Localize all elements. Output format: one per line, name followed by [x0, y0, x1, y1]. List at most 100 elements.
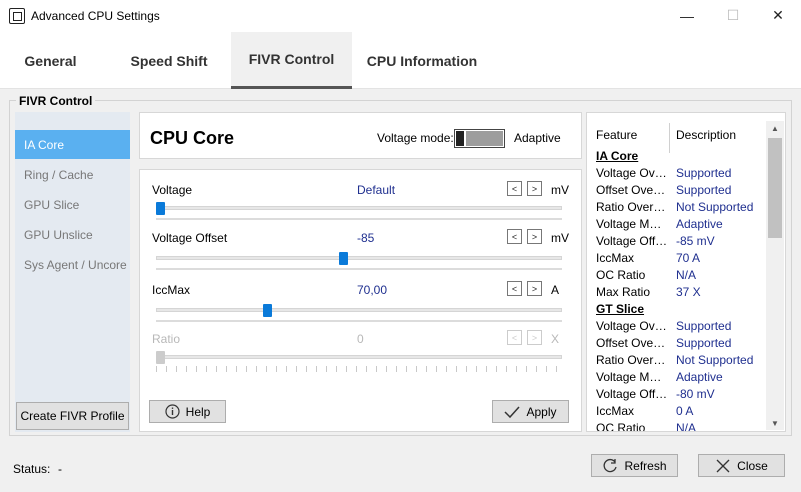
- feature-name: Offset Override: [596, 183, 668, 197]
- feature-name: Max Ratio: [596, 285, 651, 299]
- close-button[interactable]: Close: [698, 454, 785, 477]
- slider-track: [156, 308, 562, 312]
- increment-button[interactable]: >: [527, 229, 542, 244]
- sidebar-item-gpu-slice[interactable]: GPU Slice: [15, 190, 130, 219]
- slider-ticks: [156, 320, 562, 322]
- title-bar: Advanced CPU Settings — ☐ ✕: [0, 0, 801, 32]
- tab-bar: General Speed Shift FIVR Control CPU Inf…: [0, 32, 801, 89]
- tab-general[interactable]: General: [0, 32, 101, 89]
- feature-row: Voltage Over... Supported: [596, 319, 766, 336]
- slider-ticks: [156, 366, 562, 372]
- apply-button[interactable]: Apply: [492, 400, 569, 423]
- voltage-mode-label: Voltage mode:: [377, 131, 454, 145]
- minimize-button[interactable]: —: [664, 0, 710, 31]
- feature-description: Adaptive: [676, 217, 723, 231]
- increment-button[interactable]: >: [527, 181, 542, 196]
- slider-thumb[interactable]: [156, 202, 165, 215]
- decrement-button[interactable]: <: [507, 181, 522, 196]
- feature-row: OC Ratio N/A: [596, 421, 766, 432]
- feature-name: IccMax: [596, 251, 635, 265]
- refresh-button[interactable]: Refresh: [591, 454, 678, 477]
- slider-track: [156, 206, 562, 210]
- slider-thumb: [156, 351, 165, 364]
- feature-name: Ratio Override: [596, 200, 668, 214]
- feature-scrollbar[interactable]: ▲ ▼: [766, 121, 784, 430]
- feature-row: Voltage Mode Adaptive: [596, 217, 766, 234]
- close-label: Close: [737, 458, 768, 473]
- feature-row: Voltage Mode Adaptive: [596, 370, 766, 387]
- sidebar-item-ring-cache[interactable]: Ring / Cache: [15, 160, 130, 189]
- feature-row: Max Ratio 37 X: [596, 285, 766, 302]
- tab-speed-shift[interactable]: Speed Shift: [101, 32, 237, 89]
- scroll-down-icon[interactable]: ▼: [766, 416, 784, 430]
- refresh-icon: [604, 458, 618, 472]
- sidebar-item-sys-agent[interactable]: Sys Agent / Uncore: [15, 250, 130, 279]
- parameters-panel: Voltage Default < > mV Voltage Offset -8…: [139, 169, 582, 432]
- feature-description: Supported: [676, 166, 732, 180]
- info-icon: [165, 404, 180, 419]
- decrement-button[interactable]: <: [507, 281, 522, 296]
- param-unit: mV: [551, 231, 569, 245]
- feature-description: N/A: [676, 421, 697, 432]
- toggle-knob: [456, 131, 464, 146]
- help-label: Help: [185, 404, 211, 419]
- cpu-app-icon: [9, 8, 25, 24]
- feature-description: 0 A: [676, 404, 694, 418]
- increment-button[interactable]: >: [527, 281, 542, 296]
- section-title-ia-core: IA Core: [596, 149, 639, 163]
- status-label: Status:: [13, 462, 51, 476]
- voltage-mode-value: Adaptive: [514, 131, 561, 145]
- sidebar-item-gpu-unslice[interactable]: GPU Unslice: [15, 220, 130, 249]
- feature-description: N/A: [676, 268, 697, 282]
- feature-name: Voltage Over...: [596, 166, 668, 180]
- create-fivr-profile-button[interactable]: Create FIVR Profile: [16, 402, 129, 430]
- status-value: -: [58, 462, 62, 476]
- feature-name: Voltage Offset: [596, 234, 668, 248]
- decrement-button: <: [507, 330, 522, 345]
- slider-thumb[interactable]: [263, 304, 273, 317]
- param-value: Default: [357, 183, 396, 197]
- feature-name: Voltage Offset: [596, 387, 668, 401]
- feature-description: Not Supported: [676, 353, 754, 367]
- feature-row: Ratio Override Not Supported: [596, 200, 766, 217]
- scroll-up-icon[interactable]: ▲: [766, 121, 784, 135]
- domain-sidebar: IA Core Ring / Cache GPU Slice GPU Unsli…: [15, 112, 130, 432]
- param-value: 70,00: [357, 283, 388, 297]
- param-label: Voltage Offset: [152, 231, 228, 245]
- page-title: CPU Core: [150, 128, 235, 148]
- voltage-mode-toggle[interactable]: [454, 129, 505, 148]
- maximize-button[interactable]: ☐: [710, 0, 756, 31]
- feature-row: IccMax 70 A: [596, 251, 766, 268]
- feature-description: Supported: [676, 319, 732, 333]
- close-window-button[interactable]: ✕: [755, 0, 801, 31]
- tab-cpu-information[interactable]: CPU Information: [352, 32, 492, 89]
- close-x-icon: [716, 459, 730, 472]
- checkmark-icon: [504, 405, 521, 418]
- toggle-track: [466, 131, 503, 146]
- param-unit: mV: [551, 183, 569, 197]
- slider-thumb[interactable]: [338, 252, 348, 265]
- refresh-label: Refresh: [624, 458, 667, 473]
- sidebar-item-ia-core[interactable]: IA Core: [15, 130, 130, 159]
- help-button[interactable]: Help: [149, 400, 226, 423]
- tab-fivr-control[interactable]: FIVR Control: [231, 32, 352, 89]
- apply-label: Apply: [526, 404, 557, 419]
- feature-description: 70 A: [676, 251, 701, 265]
- feature-row: Voltage Offset -85 mV: [596, 234, 766, 251]
- scroll-thumb[interactable]: [768, 138, 782, 238]
- feature-list: Feature Description IA Core Voltage Over…: [586, 112, 786, 432]
- group-title: FIVR Control: [16, 94, 96, 108]
- param-unit: A: [551, 283, 560, 297]
- feature-description: -80 mV: [676, 387, 715, 401]
- description-header: Description: [676, 128, 737, 142]
- feature-name: Voltage Over...: [596, 319, 668, 333]
- feature-name: OC Ratio: [596, 421, 646, 432]
- section-title-gt-slice: GT Slice: [596, 302, 645, 316]
- feature-description: Not Supported: [676, 200, 754, 214]
- decrement-button[interactable]: <: [507, 229, 522, 244]
- feature-name: Voltage Mode: [596, 217, 668, 231]
- param-unit: X: [551, 332, 560, 346]
- feature-row: IccMax 0 A: [596, 404, 766, 421]
- slider-ticks: [156, 218, 562, 220]
- feature-description: Supported: [676, 336, 732, 350]
